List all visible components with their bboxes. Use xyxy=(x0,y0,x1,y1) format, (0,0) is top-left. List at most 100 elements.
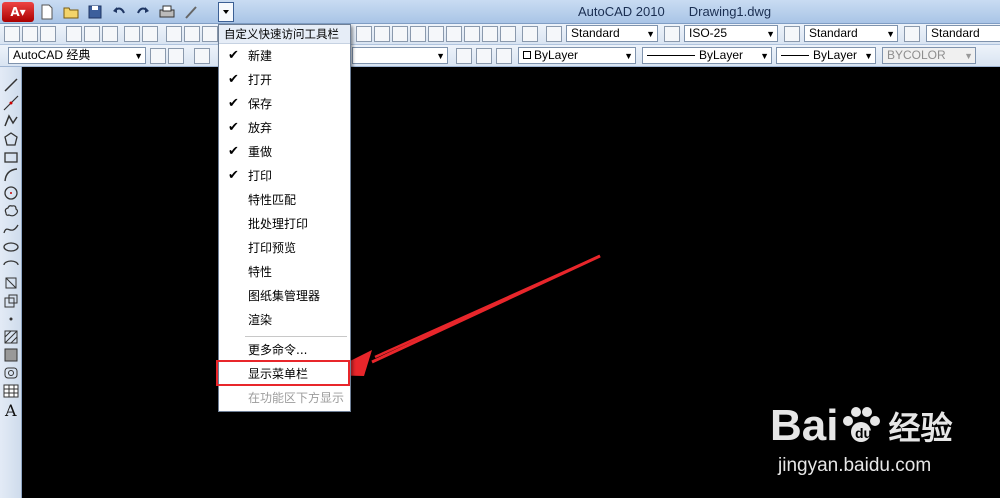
polyline-icon[interactable] xyxy=(3,113,19,129)
etransmit-icon[interactable] xyxy=(142,26,158,42)
svg-text:A: A xyxy=(4,401,17,417)
redo-icon[interactable] xyxy=(132,2,154,22)
revision-cloud-icon[interactable] xyxy=(3,203,19,219)
preview-icon[interactable] xyxy=(84,26,100,42)
baidu-watermark: Bai du 经验 xyxy=(770,400,990,452)
spline-icon[interactable] xyxy=(3,221,19,237)
menu-item-label: 批处理打印 xyxy=(248,217,309,231)
multileader-style-icon[interactable] xyxy=(904,26,920,42)
menu-item-render[interactable]: 渲染 xyxy=(219,310,350,330)
workspace-select[interactable]: AutoCAD 经典 ▼ xyxy=(8,47,146,64)
check-icon: ✔ xyxy=(228,96,239,111)
table-style-select[interactable]: Standard ▼ xyxy=(804,25,898,42)
table-style-icon[interactable] xyxy=(784,26,800,42)
plot-icon[interactable] xyxy=(156,2,178,22)
cut-icon[interactable] xyxy=(166,26,182,42)
sheet-set-icon[interactable] xyxy=(464,26,480,42)
hatch-icon[interactable] xyxy=(3,329,19,345)
undo-icon[interactable] xyxy=(108,2,130,22)
menu-item-label: 渲染 xyxy=(248,313,273,327)
point-icon[interactable] xyxy=(3,311,19,327)
menu-item-label: 打印 xyxy=(248,169,273,183)
new-icon[interactable] xyxy=(4,26,20,42)
region-icon[interactable] xyxy=(3,365,19,381)
menu-item-redo[interactable]: ✔ 重做 xyxy=(219,142,350,162)
menu-item-new[interactable]: ✔ 新建 xyxy=(219,46,350,66)
menu-item-plot-preview[interactable]: 打印预览 xyxy=(219,238,350,258)
menu-item-more-commands[interactable]: 更多命令... xyxy=(219,340,350,360)
lineweight-select[interactable]: ByLayer ▼ xyxy=(776,47,876,64)
paste-icon[interactable] xyxy=(202,26,218,42)
menu-item-save[interactable]: ✔ 保存 xyxy=(219,94,350,114)
ellipse-arc-icon[interactable] xyxy=(3,257,19,273)
application-menu-button[interactable]: A▾ xyxy=(2,2,34,22)
menu-item-batch-plot[interactable]: 批处理打印 xyxy=(219,214,350,234)
workspace-settings-icon[interactable] xyxy=(150,48,166,64)
linetype-preview xyxy=(647,55,695,57)
menu-item-properties[interactable]: 特性 xyxy=(219,262,350,282)
line-icon[interactable] xyxy=(3,77,19,93)
title-bar: A▾ AutoCAD 2010 Drawing1.dwg xyxy=(0,0,1000,24)
workspace-layers-toolbar: AutoCAD 经典 ▼ ▼ ByLayer ▼ ByLayer ▼ ByLayer ▼… xyxy=(0,45,1000,67)
save-workspace-icon[interactable] xyxy=(168,48,184,64)
table-style-value: Standard xyxy=(809,26,858,40)
dim-style-select[interactable]: ISO-25 ▼ xyxy=(684,25,778,42)
design-center-icon[interactable] xyxy=(428,26,444,42)
text-style-select[interactable]: Standard ▼ xyxy=(566,25,658,42)
make-block-icon[interactable] xyxy=(3,293,19,309)
copy-icon[interactable] xyxy=(184,26,200,42)
menu-item-label: 打开 xyxy=(248,73,273,87)
publish-icon[interactable] xyxy=(102,26,118,42)
menu-item-label: 重做 xyxy=(248,145,273,159)
menu-item-open[interactable]: ✔ 打开 xyxy=(219,70,350,90)
menu-item-plot[interactable]: ✔ 打印 xyxy=(219,166,350,186)
customize-dropdown-icon[interactable] xyxy=(218,2,234,22)
zoom-previous-icon[interactable] xyxy=(392,26,408,42)
layer-isolate-icon[interactable] xyxy=(496,48,512,64)
save-icon[interactable] xyxy=(84,2,106,22)
zoom-icon[interactable] xyxy=(374,26,390,42)
multileader-style-value: Standard xyxy=(931,26,980,40)
rectangle-icon[interactable] xyxy=(3,149,19,165)
ellipse-icon[interactable] xyxy=(3,239,19,255)
multiline-text-icon[interactable]: A xyxy=(3,401,19,420)
save-icon[interactable] xyxy=(40,26,56,42)
insert-block-icon[interactable] xyxy=(3,275,19,291)
menu-separator xyxy=(245,336,347,337)
table-icon[interactable] xyxy=(3,383,19,399)
open-icon[interactable] xyxy=(22,26,38,42)
properties-icon[interactable] xyxy=(410,26,426,42)
circle-icon[interactable] xyxy=(3,185,19,201)
open-icon[interactable] xyxy=(60,2,82,22)
polygon-icon[interactable] xyxy=(3,131,19,147)
linetype-value: ByLayer xyxy=(699,48,744,62)
linetype-select[interactable]: ByLayer ▼ xyxy=(642,47,772,64)
arc-icon[interactable] xyxy=(3,167,19,183)
svg-text:du: du xyxy=(855,425,872,441)
layer-previous-icon[interactable] xyxy=(476,48,492,64)
watermark-brand-b: 经验 xyxy=(888,410,953,446)
help-icon[interactable] xyxy=(522,26,538,42)
check-icon: ✔ xyxy=(228,72,239,87)
text-style-icon[interactable] xyxy=(546,26,562,42)
construction-line-icon[interactable] xyxy=(3,95,19,111)
dim-style-icon[interactable] xyxy=(664,26,680,42)
make-current-layer-icon[interactable] xyxy=(456,48,472,64)
quickcalc-icon[interactable] xyxy=(500,26,516,42)
layer-properties-icon[interactable] xyxy=(194,48,210,64)
markup-icon[interactable] xyxy=(482,26,498,42)
multileader-style-select[interactable]: Standard xyxy=(926,25,1000,42)
3d-dwf-icon[interactable] xyxy=(124,26,140,42)
print-icon[interactable] xyxy=(66,26,82,42)
color-select[interactable]: ByLayer ▼ xyxy=(518,47,636,64)
pan-icon[interactable] xyxy=(356,26,372,42)
menu-item-sheet-set-manager[interactable]: 图纸集管理器 xyxy=(219,286,350,306)
color-value: ByLayer xyxy=(534,48,579,62)
tool-palettes-icon[interactable] xyxy=(446,26,462,42)
menu-item-undo[interactable]: ✔ 放弃 xyxy=(219,118,350,138)
menu-item-match-properties[interactable]: 特性匹配 xyxy=(219,190,350,210)
gradient-icon[interactable] xyxy=(3,347,19,363)
new-icon[interactable] xyxy=(36,2,58,22)
match-properties-icon[interactable] xyxy=(180,2,202,22)
layer-select[interactable]: ▼ xyxy=(352,47,448,64)
